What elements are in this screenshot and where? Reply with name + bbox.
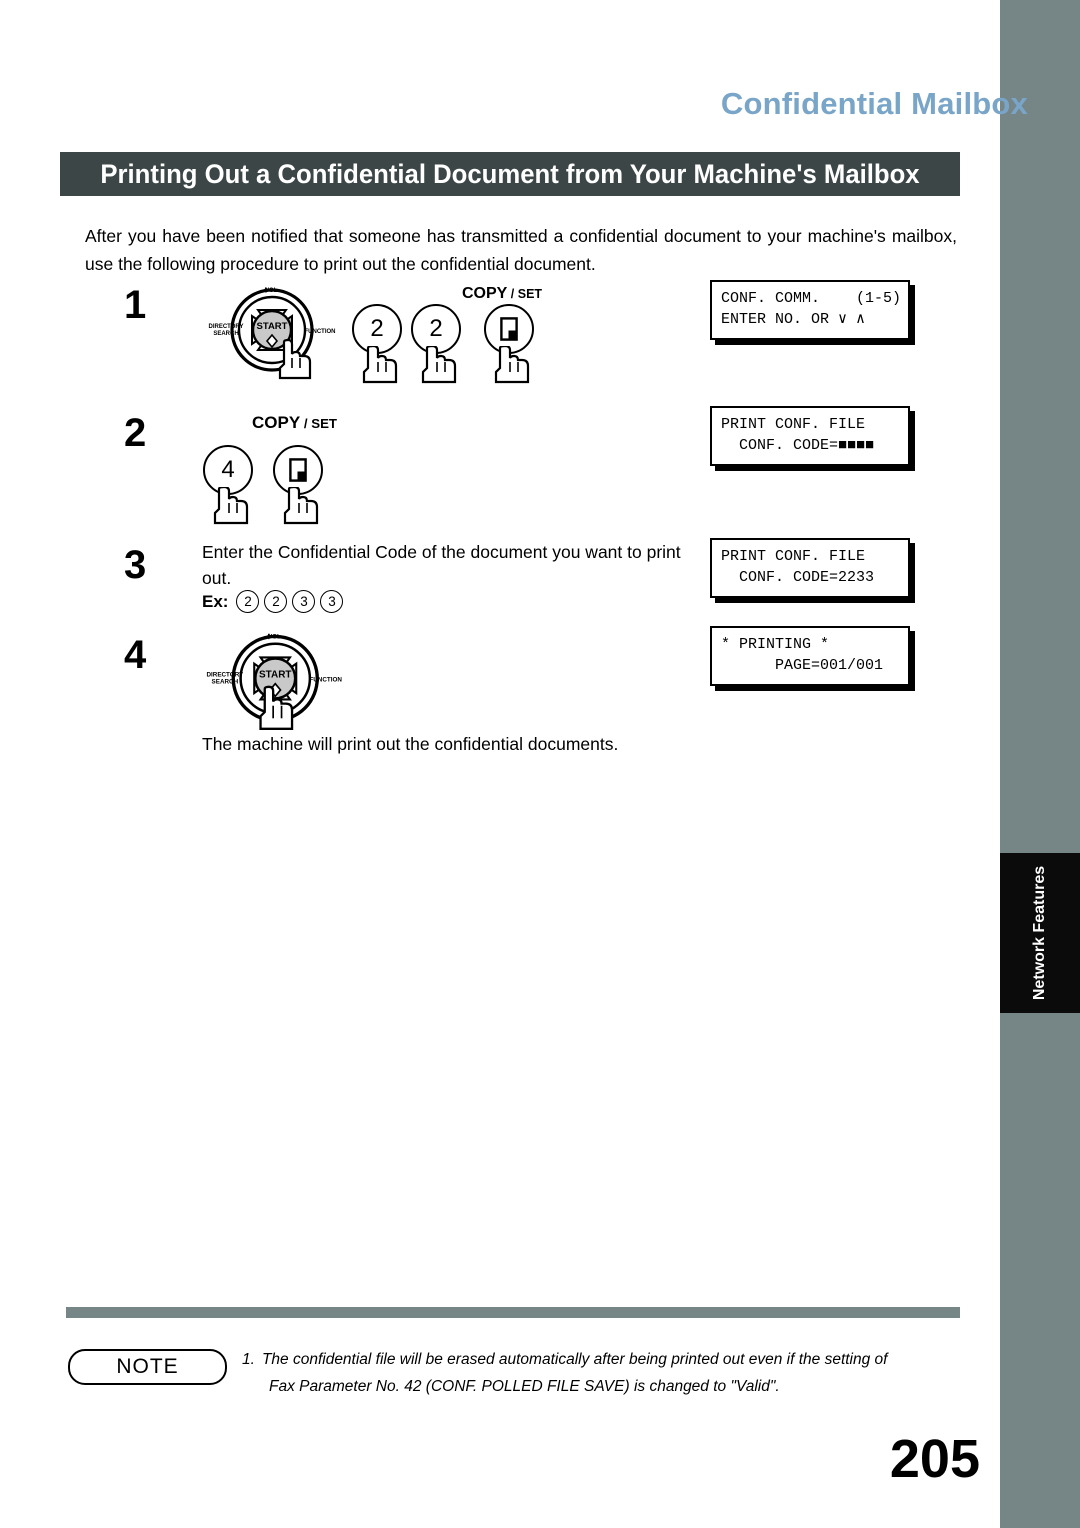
copy-set-label-sep: / (507, 287, 518, 301)
note-line-2: Fax Parameter No. 42 (CONF. POLLED FILE … (269, 1378, 780, 1395)
keypad-key-2a-label: 2 (370, 315, 384, 342)
lcd-line-1: PRINT CONF. FILE (721, 416, 866, 433)
navigation-dial-icon[interactable]: START VOL. DIRECTORY SEARCH FUNCTION (190, 628, 350, 733)
example-key-4: 3 (320, 590, 344, 613)
copy-set-label-main: COPY (462, 285, 508, 302)
example-code-line: Ex: 2 2 3 3 (202, 590, 344, 613)
example-label: Ex: (202, 591, 229, 611)
navigation-dial-icon[interactable]: START VOL. DIRECTORY SEARCH FUNCTION (196, 282, 346, 382)
note-line-1: The confidential file will be erased aut… (261, 1351, 888, 1368)
copy-set-label-sep: / (300, 416, 312, 431)
copy-set-label-set: SET (311, 416, 338, 431)
lcd-line-1: * PRINTING * (721, 636, 830, 653)
dial-directory-label: DIRECTORY (208, 324, 243, 330)
pressing-finger-icon (213, 487, 249, 525)
dial-function-label: FUNCTION (309, 677, 342, 684)
step-number-1: 1 (124, 283, 147, 327)
step-number-2: 2 (124, 411, 147, 455)
copy-set-label-main: COPY (252, 413, 301, 432)
dial-start-label: START (259, 669, 292, 680)
example-key-1: 2 (236, 590, 260, 613)
step-number-3: 3 (124, 543, 147, 587)
pressing-finger-icon (494, 346, 530, 384)
step-number-4: 4 (124, 633, 147, 677)
step3-instruction-text: Enter the Confidential Code of the docum… (202, 542, 681, 588)
side-tab-network-features: Network Features (1000, 853, 1080, 1013)
lcd-line-2: PAGE=001/001 (721, 657, 884, 674)
document-icon (500, 317, 518, 341)
intro-paragraph: After you have been notified that someon… (85, 226, 957, 274)
side-tab-label: Network Features (1031, 865, 1049, 1001)
dial-search-label: SEARCH (212, 679, 239, 686)
lcd-display-4: * PRINTING * PAGE=001/001 (710, 626, 910, 686)
note-number: 1. (242, 1351, 255, 1368)
lcd-line-1: PRINT CONF. FILE (721, 548, 866, 565)
lcd-line-2: ENTER NO. OR ∨ ∧ (721, 311, 866, 328)
pressing-finger-icon (283, 487, 319, 525)
example-key-3: 3 (292, 590, 316, 613)
copy-set-label-step1: COPY / SET (462, 285, 542, 303)
dial-search-label: SEARCH (213, 331, 238, 337)
example-key-2: 2 (264, 590, 288, 613)
dial-start-label: START (257, 321, 288, 332)
copy-set-label-step2: COPY / SET (252, 413, 337, 433)
document-icon (289, 458, 307, 482)
step1-key-diagram: START VOL. DIRECTORY SEARCH FUNCTION 2 2 (196, 282, 534, 387)
pressing-finger-icon (362, 346, 398, 384)
note-badge: NOTE (68, 1349, 227, 1385)
lcd-line-1: CONF. COMM. (1-5) (721, 290, 902, 307)
lcd-display-3: PRINT CONF. FILE CONF. CODE=2233 (710, 538, 910, 598)
lcd-line-2: CONF. CODE=■■■■ (721, 437, 875, 454)
dial-function-label: FUNCTION (305, 329, 336, 335)
pressing-finger-icon (421, 346, 457, 384)
page-number: 205 (889, 1429, 980, 1489)
chapter-title: Confidential Mailbox (720, 86, 1028, 121)
right-edge-strip (1000, 0, 1080, 1528)
step4-key-diagram: START VOL. DIRECTORY SEARCH FUNCTION (190, 628, 350, 738)
section-banner: Printing Out a Confidential Document fro… (60, 152, 960, 196)
lcd-display-2: PRINT CONF. FILE CONF. CODE=■■■■ (710, 406, 910, 466)
copy-set-label-set: SET (517, 287, 542, 301)
closing-text: The machine will print out the confident… (202, 734, 619, 754)
lcd-line-2: CONF. CODE=2233 (721, 569, 875, 586)
lcd-display-1: CONF. COMM. (1-5) ENTER NO. OR ∨ ∧ (710, 280, 910, 340)
note-body: 1. The confidential file will be erased a… (242, 1346, 957, 1400)
note-divider-rule (66, 1307, 960, 1318)
section-banner-text: Printing Out a Confidential Document fro… (100, 158, 920, 189)
keypad-key-4-label: 4 (221, 456, 235, 483)
dial-directory-label: DIRECTORY (206, 671, 244, 678)
keypad-key-2b-label: 2 (429, 315, 443, 342)
